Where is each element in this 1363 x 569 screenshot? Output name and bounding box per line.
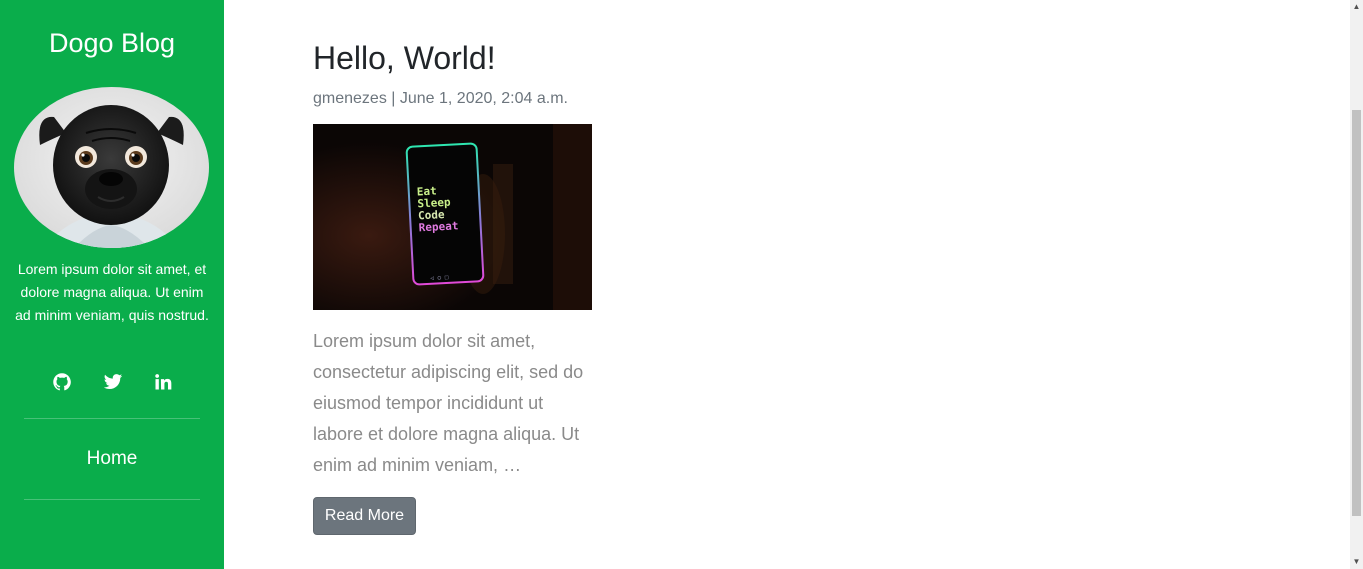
phone-code-image: Eat Sleep Code Repeat ◁ ○ □ [313, 124, 592, 310]
svg-text:◁ ○ □: ◁ ○ □ [430, 274, 449, 282]
sidebar: Dogo Blog Lorem ipsum dolor sit amet, et… [0, 0, 224, 569]
post-image: Eat Sleep Code Repeat ◁ ○ □ [313, 124, 592, 310]
twitter-link[interactable] [102, 372, 124, 394]
scroll-up-arrow-icon[interactable]: ▲ [1350, 0, 1363, 14]
page: Dogo Blog Lorem ipsum dolor sit amet, et… [0, 0, 1363, 569]
linkedin-icon [155, 374, 172, 390]
github-icon [53, 373, 71, 391]
vertical-scrollbar[interactable]: ▲ ▼ [1350, 0, 1363, 569]
github-link[interactable] [51, 372, 73, 394]
sidebar-divider-top [24, 418, 200, 419]
phone-line-4: Repeat [418, 219, 458, 234]
post-meta: gmenezes | June 1, 2020, 2:04 a.m. [313, 90, 568, 107]
scroll-down-arrow-icon[interactable]: ▼ [1350, 555, 1363, 569]
twitter-icon [103, 374, 123, 389]
read-more-button[interactable]: Read More [313, 497, 416, 535]
social-links [0, 372, 224, 396]
avatar [14, 87, 209, 248]
post-excerpt: Lorem ipsum dolor sit amet, consectetur … [313, 331, 584, 475]
post-title[interactable]: Hello, World! [313, 38, 496, 78]
linkedin-link[interactable] [152, 372, 174, 394]
nav-home-link[interactable]: Home [0, 447, 224, 471]
pug-avatar-image [14, 87, 209, 248]
site-title[interactable]: Dogo Blog [0, 26, 224, 60]
sidebar-bio: Lorem ipsum dolor sit amet, et dolore ma… [15, 261, 209, 323]
scroll-thumb[interactable] [1352, 110, 1361, 516]
sidebar-divider-bottom [24, 499, 200, 500]
